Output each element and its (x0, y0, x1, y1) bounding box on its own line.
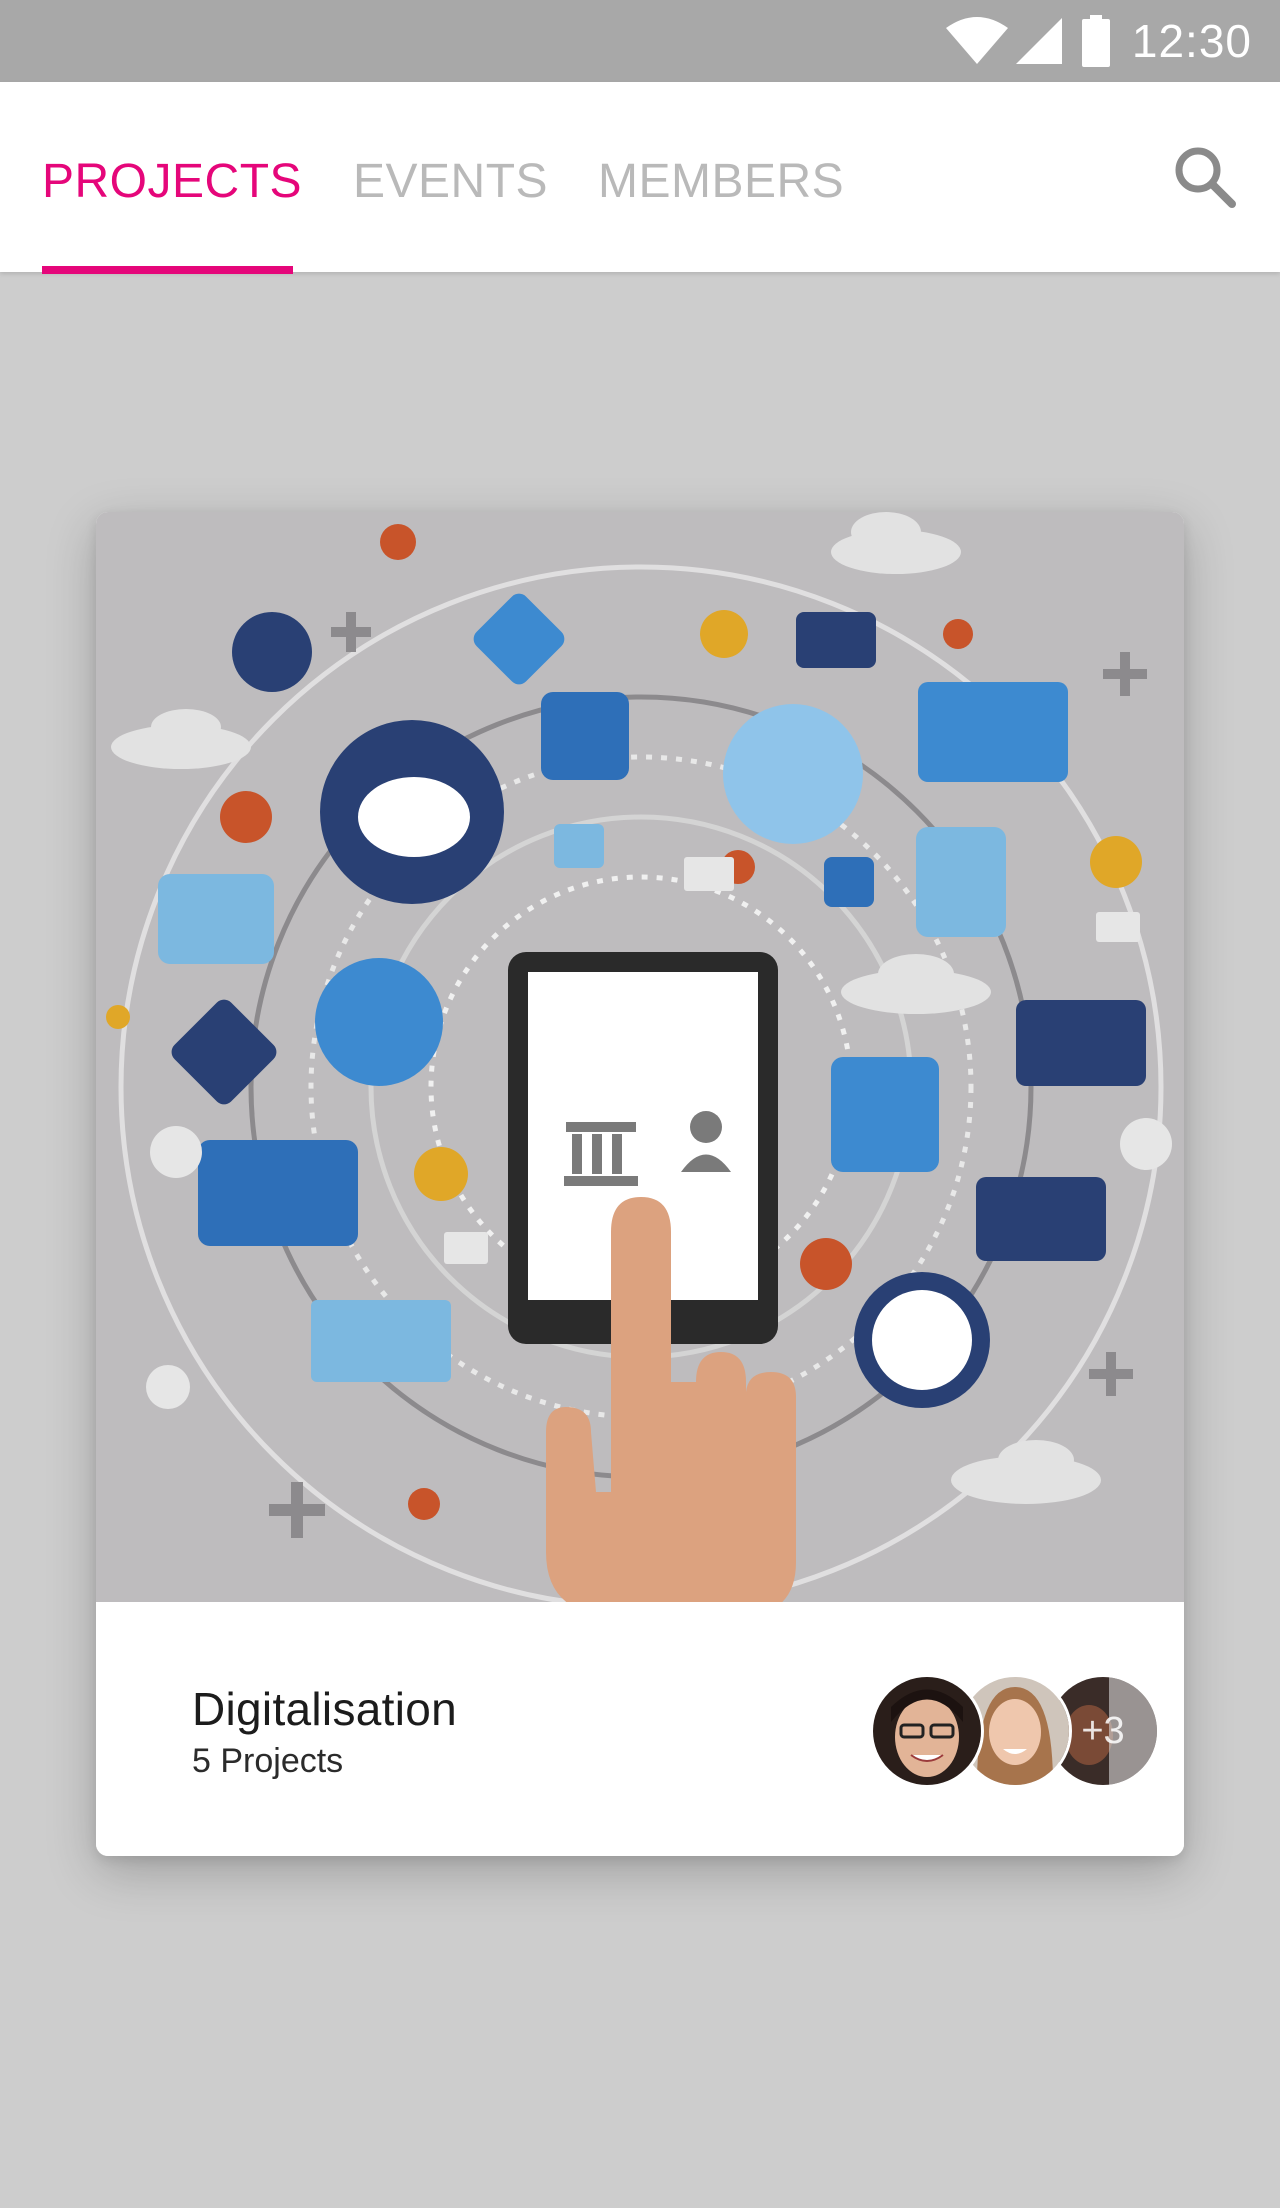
member-avatars[interactable]: +3 (870, 1674, 1160, 1788)
status-icons: 12:30 (944, 10, 1252, 72)
status-bar: 12:30 (0, 0, 1280, 82)
search-button[interactable] (1170, 142, 1240, 212)
battery-icon (1081, 15, 1110, 67)
tab-bar: PROJECTS EVENTS MEMBERS (0, 82, 1280, 274)
tab-members[interactable]: MEMBERS (598, 154, 844, 209)
tab-events[interactable]: EVENTS (353, 154, 548, 209)
status-time: 12:30 (1131, 15, 1252, 67)
card-subtitle: 5 Projects (192, 1742, 344, 1780)
card-footer: Digitalisation 5 Projects +3 (96, 1602, 1184, 1856)
cell-signal-icon (1014, 16, 1064, 66)
wifi-icon (944, 16, 1010, 66)
tab-projects[interactable]: PROJECTS (42, 154, 302, 209)
project-cover-image (96, 512, 1184, 1602)
avatar (870, 1674, 984, 1788)
search-icon (1175, 147, 1236, 208)
active-tab-indicator (42, 266, 293, 274)
project-card[interactable]: Digitalisation 5 Projects +3 (96, 512, 1184, 1856)
card-title: Digitalisation (192, 1683, 457, 1735)
